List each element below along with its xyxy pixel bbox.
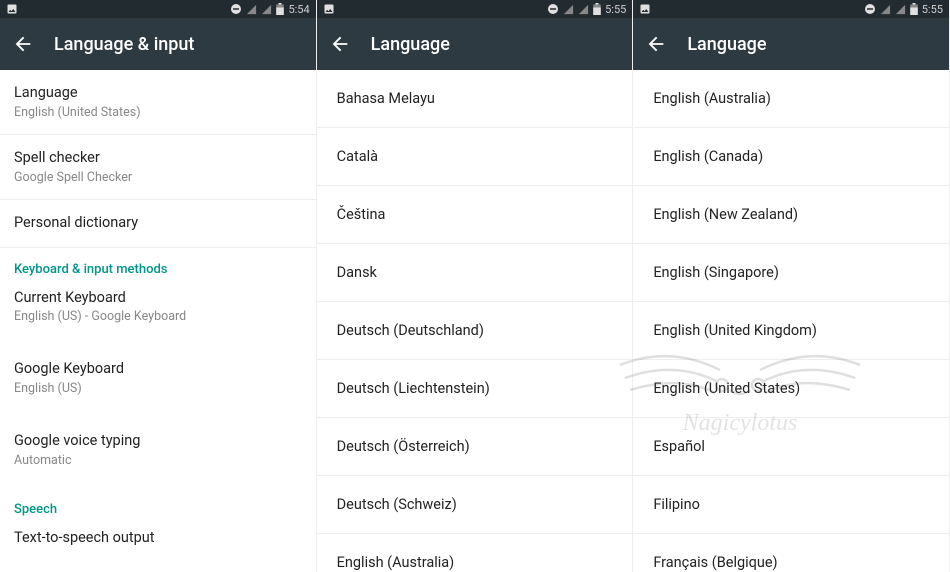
- list-item[interactable]: Deutsch (Schweiz): [317, 476, 633, 534]
- app-bar-title: Language: [687, 34, 766, 55]
- setting-tts[interactable]: Text-to-speech output: [0, 525, 316, 562]
- list-item[interactable]: English (Canada): [633, 128, 949, 186]
- battery-icon: [276, 3, 284, 15]
- setting-current-keyboard[interactable]: Current Keyboard English (US) - Google K…: [0, 285, 316, 339]
- setting-title: Text-to-speech output: [14, 529, 302, 548]
- list-item[interactable]: Filipino: [633, 476, 949, 534]
- back-icon[interactable]: [329, 33, 351, 55]
- setting-title: Personal dictionary: [14, 214, 302, 233]
- app-bar: Language & input: [0, 18, 316, 70]
- status-time: 5:54: [288, 3, 309, 16]
- setting-subtitle: Automatic: [14, 453, 302, 468]
- list-item[interactable]: English (Singapore): [633, 244, 949, 302]
- status-bar: 5:55: [317, 0, 633, 18]
- setting-personal-dictionary[interactable]: Personal dictionary: [0, 200, 316, 248]
- screen-language-input: 5:54 Language & input Language English (…: [0, 0, 317, 572]
- picture-icon: [323, 3, 335, 15]
- status-time: 5:55: [605, 3, 626, 16]
- signal-icon-2: [895, 4, 906, 15]
- app-bar-title: Language & input: [54, 34, 194, 55]
- status-bar: 5:54: [0, 0, 316, 18]
- signal-icon-1: [246, 4, 257, 15]
- setting-subtitle: English (US): [14, 381, 302, 396]
- setting-title: Spell checker: [14, 149, 302, 168]
- list-item[interactable]: Français (Belgique): [633, 534, 949, 572]
- screen-language-list-2: 5:55 Language English (Australia) Englis…: [633, 0, 950, 572]
- battery-icon: [593, 3, 601, 15]
- list-item[interactable]: Dansk: [317, 244, 633, 302]
- setting-title: Google Keyboard: [14, 360, 302, 379]
- list-item[interactable]: English (New Zealand): [633, 186, 949, 244]
- dnd-icon: [864, 3, 876, 15]
- back-icon[interactable]: [12, 33, 34, 55]
- setting-title: Google voice typing: [14, 432, 302, 451]
- setting-title: Current Keyboard: [14, 289, 302, 308]
- picture-icon: [6, 3, 18, 15]
- status-bar: 5:55: [633, 0, 949, 18]
- list-item[interactable]: Čeština: [317, 186, 633, 244]
- back-icon[interactable]: [645, 33, 667, 55]
- list-item[interactable]: Deutsch (Liechtenstein): [317, 360, 633, 418]
- list-item[interactable]: Deutsch (Deutschland): [317, 302, 633, 360]
- list-item[interactable]: Deutsch (Österreich): [317, 418, 633, 476]
- setting-google-keyboard[interactable]: Google Keyboard English (US): [0, 338, 316, 410]
- app-bar: Language: [633, 18, 949, 70]
- list-item[interactable]: Català: [317, 128, 633, 186]
- setting-subtitle: Google Spell Checker: [14, 170, 302, 185]
- signal-icon-1: [563, 4, 574, 15]
- battery-icon: [910, 3, 918, 15]
- section-header-keyboard: Keyboard & input methods: [0, 248, 316, 285]
- section-header-speech: Speech: [0, 482, 316, 525]
- setting-voice-typing[interactable]: Google voice typing Automatic: [0, 410, 316, 482]
- list-item[interactable]: Español: [633, 418, 949, 476]
- setting-subtitle: English (US) - Google Keyboard: [14, 309, 302, 324]
- list-item[interactable]: English (Australia): [317, 534, 633, 572]
- setting-subtitle: English (United States): [14, 105, 302, 120]
- setting-title: Language: [14, 84, 302, 103]
- list-item[interactable]: English (Australia): [633, 70, 949, 128]
- language-list[interactable]: Bahasa Melayu Català Čeština Dansk Deuts…: [317, 70, 633, 572]
- app-bar: Language: [317, 18, 633, 70]
- signal-icon-1: [880, 4, 891, 15]
- status-time: 5:55: [922, 3, 943, 16]
- picture-icon: [639, 3, 651, 15]
- list-item[interactable]: Bahasa Melayu: [317, 70, 633, 128]
- screen-language-list-1: 5:55 Language Bahasa Melayu Català Češti…: [317, 0, 634, 572]
- signal-icon-2: [578, 4, 589, 15]
- language-list[interactable]: English (Australia) English (Canada) Eng…: [633, 70, 949, 572]
- signal-icon-2: [261, 4, 272, 15]
- list-item[interactable]: English (United Kingdom): [633, 302, 949, 360]
- app-bar-title: Language: [371, 34, 450, 55]
- list-item[interactable]: English (United States): [633, 360, 949, 418]
- dnd-icon: [230, 3, 242, 15]
- dnd-icon: [547, 3, 559, 15]
- setting-spell-checker[interactable]: Spell checker Google Spell Checker: [0, 135, 316, 200]
- settings-list: Language English (United States) Spell c…: [0, 70, 316, 572]
- setting-language[interactable]: Language English (United States): [0, 70, 316, 135]
